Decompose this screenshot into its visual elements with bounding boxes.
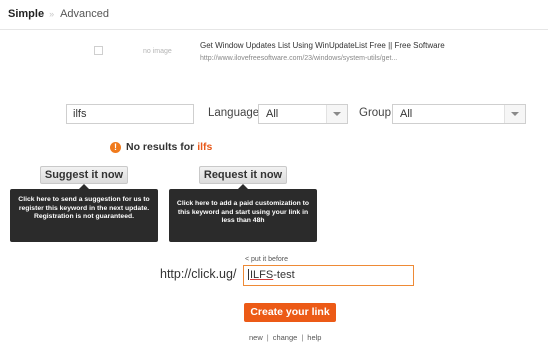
keyword-input[interactable]: ilfs	[66, 104, 194, 124]
suggest-it-now-button[interactable]: Suggest it now	[40, 166, 128, 184]
language-select-value: All	[266, 108, 279, 120]
request-tooltip: Click here to add a paid customization t…	[169, 189, 317, 242]
request-it-now-button[interactable]: Request it now	[199, 166, 287, 184]
group-dropdown-button[interactable]	[504, 105, 525, 123]
create-your-link-button[interactable]: Create your link	[244, 303, 336, 322]
custom-link-input[interactable]: ILFS-test	[243, 265, 414, 286]
result-title[interactable]: Get Window Updates List Using WinUpdateL…	[200, 41, 445, 50]
no-results-keyword: ilfs	[197, 141, 213, 153]
footer-links: new | change | help	[249, 333, 321, 342]
text-caret	[248, 269, 249, 280]
group-select[interactable]: All	[392, 104, 526, 124]
mode-tabs: Simple » Advanced	[8, 6, 109, 22]
no-results-message: No results for ilfs	[126, 141, 212, 153]
group-label: Group:	[359, 107, 395, 119]
top-divider	[0, 29, 548, 30]
suggest-tooltip: Click here to send a suggestion for us t…	[10, 189, 158, 242]
chevron-down-icon	[333, 112, 341, 116]
tab-separator: »	[49, 9, 55, 19]
result-url: http://www.ilovefreesoftware.com/23/wind…	[200, 55, 398, 62]
no-results-text: No results for	[126, 141, 195, 153]
link-input-spellcheck-word: ILFS	[250, 269, 274, 281]
link-input-rest: -test	[273, 269, 295, 281]
language-label: Language:	[208, 107, 263, 119]
group-select-value: All	[400, 108, 413, 120]
change-link[interactable]: change	[273, 333, 298, 342]
result-checkbox[interactable]	[94, 46, 103, 55]
chevron-down-icon	[511, 112, 519, 116]
help-link[interactable]: help	[307, 333, 321, 342]
new-link[interactable]: new	[249, 333, 263, 342]
tab-simple[interactable]: Simple	[8, 8, 44, 20]
warning-circle-icon: !	[110, 142, 121, 153]
tab-advanced[interactable]: Advanced	[60, 8, 109, 20]
put-it-before-link[interactable]: < put it before	[245, 256, 288, 263]
footer-separator: |	[266, 333, 269, 342]
language-dropdown-button[interactable]	[326, 105, 347, 123]
result-thumbnail-placeholder: no image	[143, 48, 172, 55]
footer-separator: |	[301, 333, 304, 342]
language-select[interactable]: All	[258, 104, 348, 124]
url-prefix: http://click.ug/	[160, 267, 237, 281]
